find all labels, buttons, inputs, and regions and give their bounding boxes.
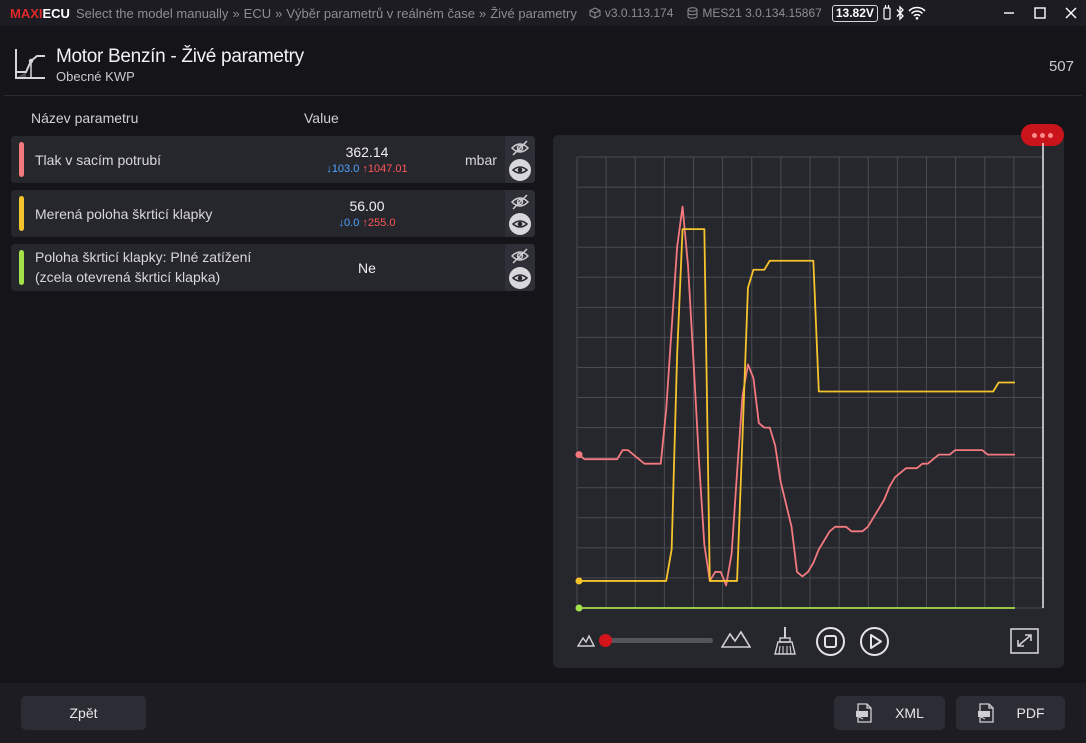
parameter-name: Tlak v sacím potrubí [35, 152, 162, 168]
back-button[interactable]: Zpět [21, 696, 146, 730]
maximize-button[interactable] [1024, 0, 1055, 26]
window-controls [993, 0, 1086, 26]
series-color-indicator [19, 196, 24, 231]
parameter-name-line2: (zcela otevrená škrticí klapka) [35, 269, 221, 285]
show-in-graph-button[interactable] [509, 267, 531, 289]
export-pdf-label: PDF [1016, 705, 1045, 721]
parameter-min: ↓0.0 [338, 217, 360, 229]
column-header-name: Název parametru [31, 110, 139, 126]
fullscreen-icon[interactable] [1010, 628, 1039, 654]
xml-file-icon [856, 703, 872, 723]
page-title: Motor Benzín - Živé parametry [56, 46, 304, 67]
series-start-point-1 [575, 577, 583, 585]
play-icon[interactable] [859, 626, 890, 657]
vci-connected-icon [883, 5, 891, 20]
hide-eye-icon[interactable] [509, 139, 531, 157]
live-data-chart-icon [15, 49, 45, 79]
close-icon [1065, 7, 1076, 19]
hide-eye-icon[interactable] [509, 247, 531, 265]
device-info: MES21 3.0.134.15867 [687, 6, 822, 20]
stop-icon[interactable] [815, 626, 846, 657]
app-logo: MAXIECU [10, 6, 70, 21]
series-line-0 [578, 205, 1015, 587]
show-in-graph-button[interactable] [509, 213, 531, 235]
zoom-slider-handle[interactable] [599, 634, 612, 647]
device-text: MES21 3.0.134.15867 [702, 6, 822, 20]
clear-broom-icon[interactable] [771, 625, 799, 657]
bottom-toolbar: Zpět XML PDF [0, 683, 1086, 743]
live-graph[interactable] [553, 135, 1064, 615]
graph-panel [553, 124, 1064, 668]
parameter-count: 507 [1048, 58, 1074, 75]
breadcrumb-separator: » [478, 5, 487, 21]
maximize-icon [1033, 7, 1046, 19]
export-xml-label: XML [895, 705, 924, 721]
parameter-max: ↑255.0 [362, 217, 396, 229]
parameter-unit: mbar [465, 152, 497, 168]
parameter-name-line1: Poloha škrticí klapky: Plné zatížení [35, 249, 252, 265]
breadcrumb-ecu[interactable]: ECU [244, 6, 271, 21]
version-text: v3.0.113.174 [604, 6, 674, 20]
cube-icon [589, 7, 601, 19]
parameter-min: ↓103.0 [326, 163, 360, 175]
breadcrumb-live-parameters: Živé parametry [490, 5, 577, 21]
bluetooth-icon [896, 5, 904, 21]
series-start-point-2 [575, 604, 583, 612]
series-color-indicator [19, 250, 24, 285]
parameter-min-max: ↓103.0 ↑1047.01 [307, 163, 427, 175]
page-subtitle: Obecné KWP [56, 69, 135, 84]
logo-maxi: MAXI [10, 5, 43, 21]
logo-ecu: ECU [42, 5, 70, 21]
minimize-button[interactable] [993, 0, 1024, 26]
software-version: v3.0.113.174 [589, 6, 674, 20]
visibility-controls [505, 190, 535, 237]
parameter-row[interactable]: Tlak v sacím potrubí 362.14 ↓103.0 ↑1047… [11, 136, 535, 183]
parameter-value: 362.14 [345, 144, 389, 160]
header-divider [4, 95, 1082, 96]
parameter-row[interactable]: Merená poloha škrticí klapky 56.00 ↓0.0 … [11, 190, 535, 237]
close-button[interactable] [1055, 0, 1086, 26]
eye-icon [511, 166, 529, 174]
breadcrumb-parameter-selection[interactable]: Výběr parametrů v reálném čase [286, 6, 475, 21]
zoom-slider-track[interactable] [605, 638, 713, 643]
export-pdf-button[interactable]: PDF [956, 696, 1065, 730]
wifi-icon [908, 6, 926, 20]
minimize-icon [1003, 12, 1014, 14]
app-window: MAXIECU Select the model manually » ECU … [0, 0, 1086, 743]
pdf-file-icon [977, 703, 994, 723]
parameter-value: Ne [358, 260, 376, 276]
breadcrumb-separator: » [275, 5, 283, 21]
status-icons [882, 5, 926, 21]
page-header: Motor Benzín - Živé parametry Obecné KWP… [0, 38, 1086, 94]
visibility-controls [505, 244, 535, 291]
graph-series [575, 205, 1015, 612]
parameter-row[interactable]: Poloha škrticí klapky: Plné zatížení (zc… [11, 244, 535, 291]
zoom-in-mountain-icon[interactable] [721, 629, 751, 649]
column-header-value: Value [304, 110, 339, 126]
parameter-name: Merená poloha škrticí klapky [35, 206, 213, 222]
breadcrumb-separator: » [232, 5, 240, 21]
zoom-out-mountain-icon[interactable] [577, 632, 595, 648]
series-color-indicator [19, 142, 24, 177]
parameter-min-max: ↓0.0 ↑255.0 [307, 217, 427, 229]
parameter-value: 56.00 [349, 198, 385, 214]
database-icon [687, 7, 698, 19]
export-xml-button[interactable]: XML [834, 696, 945, 730]
title-bar: MAXIECU Select the model manually » ECU … [0, 0, 1086, 26]
show-in-graph-button[interactable] [509, 159, 531, 181]
eye-icon [511, 274, 529, 282]
series-line-1 [579, 228, 1015, 582]
parameter-name: Poloha škrticí klapky: Plné zatížení (zc… [35, 247, 251, 287]
eye-icon [511, 220, 529, 228]
hide-eye-icon[interactable] [509, 193, 531, 211]
parameter-max: ↑1047.01 [362, 163, 408, 175]
graph-grid [576, 143, 1044, 609]
breadcrumb-model[interactable]: Select the model manually [76, 6, 228, 21]
series-start-point-0 [575, 451, 583, 459]
voltage-badge: 13.82V [831, 4, 878, 22]
visibility-controls [505, 136, 535, 183]
